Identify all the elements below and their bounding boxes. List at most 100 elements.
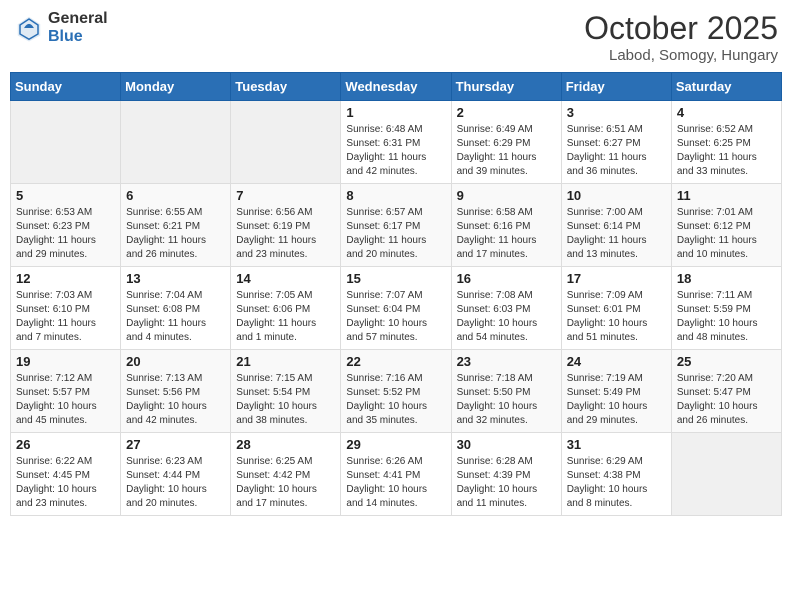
day-number: 9	[457, 188, 556, 203]
logo-blue-text: Blue	[48, 28, 108, 46]
day-number: 26	[16, 437, 115, 452]
day-info: Sunrise: 7:20 AM Sunset: 5:47 PM Dayligh…	[677, 372, 776, 428]
day-info: Sunrise: 7:08 AM Sunset: 6:03 PM Dayligh…	[457, 289, 556, 345]
day-number: 30	[457, 437, 556, 452]
day-number: 14	[236, 271, 335, 286]
day-number: 18	[677, 271, 776, 286]
calendar-week-row: 5 Sunrise: 6:53 AM Sunset: 6:23 PM Daylig…	[11, 184, 782, 267]
day-number: 29	[346, 437, 445, 452]
calendar-cell: 23 Sunrise: 7:18 AM Sunset: 5:50 PM Dayli…	[451, 350, 561, 433]
day-info: Sunrise: 7:05 AM Sunset: 6:06 PM Dayligh…	[236, 289, 335, 345]
calendar-cell: 29 Sunrise: 6:26 AM Sunset: 4:41 PM Dayli…	[341, 433, 451, 516]
logo-general-text: General	[48, 10, 108, 28]
calendar-cell: 12Sunrise: 7:03 AM Sunset: 6:10 PM Dayli…	[11, 267, 121, 350]
weekday-header-saturday: Saturday	[671, 73, 781, 101]
day-number: 23	[457, 354, 556, 369]
calendar-cell: 24 Sunrise: 7:19 AM Sunset: 5:49 PM Dayli…	[561, 350, 671, 433]
day-info: Sunrise: 6:29 AM Sunset: 4:38 PM Dayligh…	[567, 455, 666, 511]
day-number: 2	[457, 105, 556, 120]
calendar-cell	[121, 101, 231, 184]
day-info: Sunrise: 6:57 AM Sunset: 6:17 PM Dayligh…	[346, 206, 445, 262]
logo: General Blue	[14, 10, 108, 45]
day-number: 4	[677, 105, 776, 120]
calendar-cell: 27 Sunrise: 6:23 AM Sunset: 4:44 PM Dayli…	[121, 433, 231, 516]
day-number: 10	[567, 188, 666, 203]
day-number: 5	[16, 188, 115, 203]
calendar-cell	[11, 101, 121, 184]
calendar-cell	[231, 101, 341, 184]
day-info: Sunrise: 7:16 AM Sunset: 5:52 PM Dayligh…	[346, 372, 445, 428]
day-number: 11	[677, 188, 776, 203]
day-info: Sunrise: 7:04 AM Sunset: 6:08 PM Dayligh…	[126, 289, 225, 345]
weekday-header-thursday: Thursday	[451, 73, 561, 101]
weekday-header-monday: Monday	[121, 73, 231, 101]
calendar-cell: 15 Sunrise: 7:07 AM Sunset: 6:04 PM Dayli…	[341, 267, 451, 350]
day-number: 24	[567, 354, 666, 369]
calendar-cell: 21 Sunrise: 7:15 AM Sunset: 5:54 PM Dayli…	[231, 350, 341, 433]
day-info: Sunrise: 6:53 AM Sunset: 6:23 PM Dayligh…	[16, 206, 115, 262]
day-number: 7	[236, 188, 335, 203]
calendar-cell: 26Sunrise: 6:22 AM Sunset: 4:45 PM Dayli…	[11, 433, 121, 516]
day-info: Sunrise: 6:56 AM Sunset: 6:19 PM Dayligh…	[236, 206, 335, 262]
day-number: 28	[236, 437, 335, 452]
logo-icon	[14, 13, 44, 43]
day-info: Sunrise: 6:48 AM Sunset: 6:31 PM Dayligh…	[346, 123, 445, 179]
calendar-cell: 22 Sunrise: 7:16 AM Sunset: 5:52 PM Dayli…	[341, 350, 451, 433]
day-info: Sunrise: 7:11 AM Sunset: 5:59 PM Dayligh…	[677, 289, 776, 345]
location-text: Labod, Somogy, Hungary	[584, 47, 778, 64]
day-number: 31	[567, 437, 666, 452]
day-number: 13	[126, 271, 225, 286]
title-block: October 2025 Labod, Somogy, Hungary	[584, 10, 778, 64]
day-info: Sunrise: 6:52 AM Sunset: 6:25 PM Dayligh…	[677, 123, 776, 179]
calendar-cell: 19 Sunrise: 7:12 AM Sunset: 5:57 PM Dayli…	[11, 350, 121, 433]
calendar-cell: 11 Sunrise: 7:01 AM Sunset: 6:12 PM Dayli…	[671, 184, 781, 267]
calendar-cell: 10 Sunrise: 7:00 AM Sunset: 6:14 PM Dayli…	[561, 184, 671, 267]
calendar-cell: 1 Sunrise: 6:48 AM Sunset: 6:31 PM Daylig…	[341, 101, 451, 184]
day-number: 8	[346, 188, 445, 203]
calendar-cell: 17Sunrise: 7:09 AM Sunset: 6:01 PM Dayli…	[561, 267, 671, 350]
day-info: Sunrise: 7:00 AM Sunset: 6:14 PM Dayligh…	[567, 206, 666, 262]
day-number: 20	[126, 354, 225, 369]
calendar-cell: 5 Sunrise: 6:53 AM Sunset: 6:23 PM Daylig…	[11, 184, 121, 267]
weekday-header-wednesday: Wednesday	[341, 73, 451, 101]
day-info: Sunrise: 7:09 AM Sunset: 6:01 PM Dayligh…	[567, 289, 666, 345]
calendar-cell: 28 Sunrise: 6:25 AM Sunset: 4:42 PM Dayli…	[231, 433, 341, 516]
day-info: Sunrise: 6:51 AM Sunset: 6:27 PM Dayligh…	[567, 123, 666, 179]
day-number: 19	[16, 354, 115, 369]
logo-text: General Blue	[48, 10, 108, 45]
calendar-cell: 6Sunrise: 6:55 AM Sunset: 6:21 PM Daylig…	[121, 184, 231, 267]
day-number: 1	[346, 105, 445, 120]
calendar-cell: 25 Sunrise: 7:20 AM Sunset: 5:47 PM Dayli…	[671, 350, 781, 433]
calendar-cell: 14 Sunrise: 7:05 AM Sunset: 6:06 PM Dayli…	[231, 267, 341, 350]
weekday-header-friday: Friday	[561, 73, 671, 101]
weekday-header-tuesday: Tuesday	[231, 73, 341, 101]
calendar-cell: 4 Sunrise: 6:52 AM Sunset: 6:25 PM Daylig…	[671, 101, 781, 184]
day-number: 22	[346, 354, 445, 369]
calendar-cell: 30 Sunrise: 6:28 AM Sunset: 4:39 PM Dayli…	[451, 433, 561, 516]
page-header: General Blue October 2025 Labod, Somogy,…	[10, 10, 782, 64]
calendar-cell: 2Sunrise: 6:49 AM Sunset: 6:29 PM Daylig…	[451, 101, 561, 184]
day-number: 3	[567, 105, 666, 120]
day-info: Sunrise: 7:18 AM Sunset: 5:50 PM Dayligh…	[457, 372, 556, 428]
calendar-cell: 9 Sunrise: 6:58 AM Sunset: 6:16 PM Daylig…	[451, 184, 561, 267]
day-info: Sunrise: 7:01 AM Sunset: 6:12 PM Dayligh…	[677, 206, 776, 262]
day-info: Sunrise: 7:12 AM Sunset: 5:57 PM Dayligh…	[16, 372, 115, 428]
day-number: 21	[236, 354, 335, 369]
day-number: 15	[346, 271, 445, 286]
day-number: 6	[126, 188, 225, 203]
day-info: Sunrise: 7:03 AM Sunset: 6:10 PM Dayligh…	[16, 289, 115, 345]
calendar-week-row: 1 Sunrise: 6:48 AM Sunset: 6:31 PM Daylig…	[11, 101, 782, 184]
day-info: Sunrise: 6:25 AM Sunset: 4:42 PM Dayligh…	[236, 455, 335, 511]
day-info: Sunrise: 7:19 AM Sunset: 5:49 PM Dayligh…	[567, 372, 666, 428]
day-info: Sunrise: 7:07 AM Sunset: 6:04 PM Dayligh…	[346, 289, 445, 345]
day-info: Sunrise: 6:23 AM Sunset: 4:44 PM Dayligh…	[126, 455, 225, 511]
day-number: 27	[126, 437, 225, 452]
day-info: Sunrise: 6:26 AM Sunset: 4:41 PM Dayligh…	[346, 455, 445, 511]
day-info: Sunrise: 6:28 AM Sunset: 4:39 PM Dayligh…	[457, 455, 556, 511]
day-info: Sunrise: 7:15 AM Sunset: 5:54 PM Dayligh…	[236, 372, 335, 428]
day-info: Sunrise: 6:58 AM Sunset: 6:16 PM Dayligh…	[457, 206, 556, 262]
day-number: 25	[677, 354, 776, 369]
calendar-table: SundayMondayTuesdayWednesdayThursdayFrid…	[10, 72, 782, 516]
calendar-cell: 16Sunrise: 7:08 AM Sunset: 6:03 PM Dayli…	[451, 267, 561, 350]
month-title: October 2025	[584, 10, 778, 47]
